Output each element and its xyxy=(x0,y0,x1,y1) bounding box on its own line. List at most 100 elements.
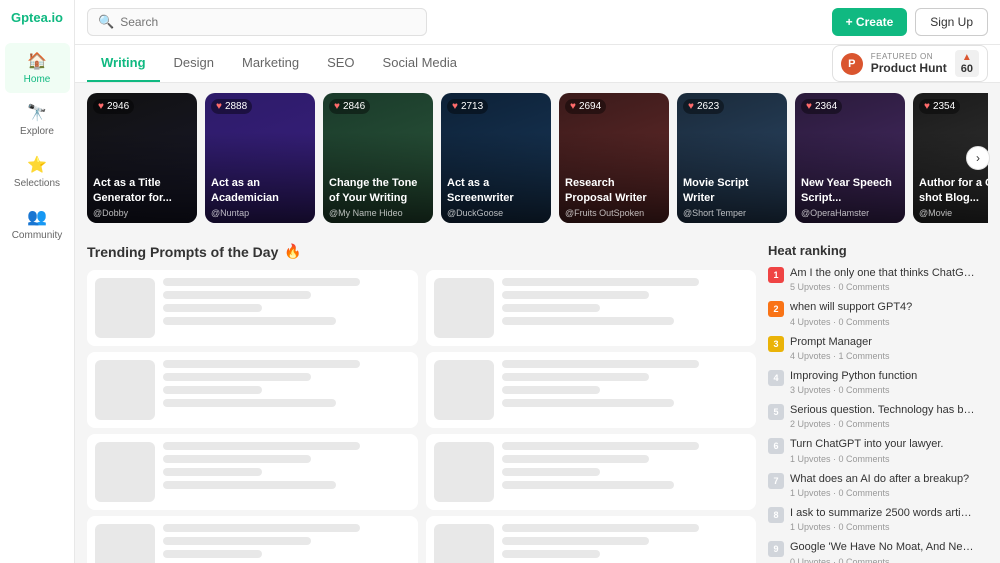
card-title: Movie Script Writer xyxy=(683,176,781,205)
heat-item-content: Turn ChatGPT into your lawyer. 1 Upvotes… xyxy=(790,437,988,463)
skeleton-line xyxy=(163,399,336,407)
sidebar-item-explore[interactable]: 🔭Explore xyxy=(5,95,70,145)
upvote-count: 2888 xyxy=(225,101,247,112)
heat-item-content: Serious question. Technology has been 't… xyxy=(790,403,988,429)
heat-item-meta: 0 Upvotes · 0 Comments xyxy=(790,557,988,563)
product-hunt-label: FEATURED ON xyxy=(871,52,947,61)
skeleton-line xyxy=(163,550,262,558)
upvote-count: 2364 xyxy=(815,101,837,112)
card-title: Act as a Screenwriter xyxy=(447,176,545,205)
trending-card[interactable] xyxy=(87,270,418,346)
writing-card[interactable]: ♥ 2694 Research Proposal Writer @Fruits … xyxy=(559,93,669,223)
sidebar-item-community[interactable]: 👥Community xyxy=(5,199,70,249)
trending-card[interactable] xyxy=(426,352,757,428)
skeleton-line xyxy=(163,481,336,489)
heat-item-title: Prompt Manager xyxy=(790,335,975,349)
product-hunt-count: ▲ 60 xyxy=(955,50,979,77)
heart-icon: ♥ xyxy=(98,101,104,112)
writing-card[interactable]: ♥ 2623 Movie Script Writer @Short Temper xyxy=(677,93,787,223)
cards-next-button[interactable]: › xyxy=(966,146,990,170)
trending-card[interactable] xyxy=(87,434,418,510)
trending-card[interactable] xyxy=(87,516,418,563)
heat-ranking-item[interactable]: 3 Prompt Manager 4 Upvotes · 1 Comments xyxy=(768,335,988,361)
heat-item-meta: 2 Upvotes · 0 Comments xyxy=(790,419,988,429)
trending-title-text: Trending Prompts of the Day xyxy=(87,244,278,260)
heat-ranking-item[interactable]: 5 Serious question. Technology has been … xyxy=(768,403,988,429)
heat-item-content: when will support GPT4? 4 Upvotes · 0 Co… xyxy=(790,300,988,326)
trending-emoji: 🔥 xyxy=(284,243,301,260)
skeleton-line xyxy=(163,291,311,299)
product-hunt-number: 60 xyxy=(961,63,973,75)
writing-card[interactable]: ♥ 2946 Act as a Title Generator for... @… xyxy=(87,93,197,223)
search-bar[interactable]: 🔍 xyxy=(87,8,427,36)
card-author: @DuckGoose xyxy=(447,208,503,218)
heat-rank-badge: 8 xyxy=(768,507,784,523)
card-title: Change the Tone of Your Writing xyxy=(329,176,427,205)
trending-card[interactable] xyxy=(87,352,418,428)
selections-icon: ⭐ xyxy=(27,155,47,175)
heat-item-title: Serious question. Technology has been 't… xyxy=(790,403,975,417)
writing-card[interactable]: ♥ 2846 Change the Tone of Your Writing @… xyxy=(323,93,433,223)
skeleton-line xyxy=(163,537,311,545)
tab-seo[interactable]: SEO xyxy=(313,45,368,82)
header-actions: + Create Sign Up xyxy=(832,8,988,36)
card-author: @Movie xyxy=(919,208,952,218)
card-author: @Dobby xyxy=(93,208,128,218)
logo-text: Gptea xyxy=(11,10,48,25)
sidebar-item-selections[interactable]: ⭐Selections xyxy=(5,147,70,197)
heat-item-content: I ask to summarize 2500 words article. I… xyxy=(790,506,988,532)
heat-item-content: What does an AI do after a breakup? 1 Up… xyxy=(790,472,988,498)
sidebar-item-home[interactable]: 🏠Home xyxy=(5,43,70,93)
header: 🔍 + Create Sign Up xyxy=(75,0,1000,45)
trending-row xyxy=(87,516,756,563)
skeleton-thumb xyxy=(434,360,494,420)
heat-ranking-item[interactable]: 9 Google 'We Have No Moat, And Neither D… xyxy=(768,540,988,563)
heat-ranking-item[interactable]: 8 I ask to summarize 2500 words article.… xyxy=(768,506,988,532)
logo: Gptea.io xyxy=(6,10,68,25)
skeleton-line xyxy=(502,550,601,558)
card-upvotes: ♥ 2713 xyxy=(447,99,488,114)
signup-button[interactable]: Sign Up xyxy=(915,8,988,36)
trending-row xyxy=(87,352,756,428)
heat-ranking-item[interactable]: 1 Am I the only one that thinks ChatGPT'… xyxy=(768,266,988,292)
writing-card[interactable]: ♥ 2364 New Year Speech Script... @OperaH… xyxy=(795,93,905,223)
card-author: @Nuntap xyxy=(211,208,249,218)
create-button[interactable]: + Create xyxy=(832,8,908,36)
heat-ranking-item[interactable]: 7 What does an AI do after a breakup? 1 … xyxy=(768,472,988,498)
search-input[interactable] xyxy=(120,15,416,29)
heat-rank-badge: 6 xyxy=(768,438,784,454)
heat-ranking-item[interactable]: 2 when will support GPT4? 4 Upvotes · 0 … xyxy=(768,300,988,326)
upvote-count: 2846 xyxy=(343,101,365,112)
writing-card[interactable]: ♥ 2713 Act as a Screenwriter @DuckGoose xyxy=(441,93,551,223)
heat-rank-badge: 2 xyxy=(768,301,784,317)
skeleton-line xyxy=(163,278,360,286)
tab-writing[interactable]: Writing xyxy=(87,45,160,82)
product-hunt-name: Product Hunt xyxy=(871,61,947,75)
heat-item-meta: 4 Upvotes · 1 Comments xyxy=(790,351,988,361)
heat-item-content: Prompt Manager 4 Upvotes · 1 Comments xyxy=(790,335,988,361)
product-hunt-badge[interactable]: P FEATURED ON Product Hunt ▲ 60 xyxy=(832,45,988,82)
trending-card[interactable] xyxy=(426,270,757,346)
skeleton-thumb xyxy=(95,360,155,420)
heat-item-title: I ask to summarize 2500 words article. I… xyxy=(790,506,975,520)
skeleton-line xyxy=(502,468,601,476)
cards-container: ♥ 2946 Act as a Title Generator for... @… xyxy=(87,93,988,223)
tab-marketing[interactable]: Marketing xyxy=(228,45,313,82)
heat-item-meta: 3 Upvotes · 0 Comments xyxy=(790,385,988,395)
trending-card[interactable] xyxy=(426,516,757,563)
card-upvotes: ♥ 2364 xyxy=(801,99,842,114)
writing-card[interactable]: ♥ 2888 Act as an Academician @Nuntap xyxy=(205,93,315,223)
trending-card[interactable] xyxy=(426,434,757,510)
heat-item-meta: 1 Upvotes · 0 Comments xyxy=(790,488,988,498)
heat-ranking-item[interactable]: 4 Improving Python function 3 Upvotes · … xyxy=(768,369,988,395)
community-icon: 👥 xyxy=(27,207,47,227)
tab-design[interactable]: Design xyxy=(160,45,228,82)
upvote-count: 2713 xyxy=(461,101,483,112)
heat-item-meta: 5 Upvotes · 0 Comments xyxy=(790,282,988,292)
skeleton-line xyxy=(502,386,601,394)
tab-social[interactable]: Social Media xyxy=(369,45,471,82)
heat-ranking-item[interactable]: 6 Turn ChatGPT into your lawyer. 1 Upvot… xyxy=(768,437,988,463)
heat-item-content: Improving Python function 3 Upvotes · 0 … xyxy=(790,369,988,395)
skeleton-line xyxy=(163,468,262,476)
heat-rank-badge: 5 xyxy=(768,404,784,420)
